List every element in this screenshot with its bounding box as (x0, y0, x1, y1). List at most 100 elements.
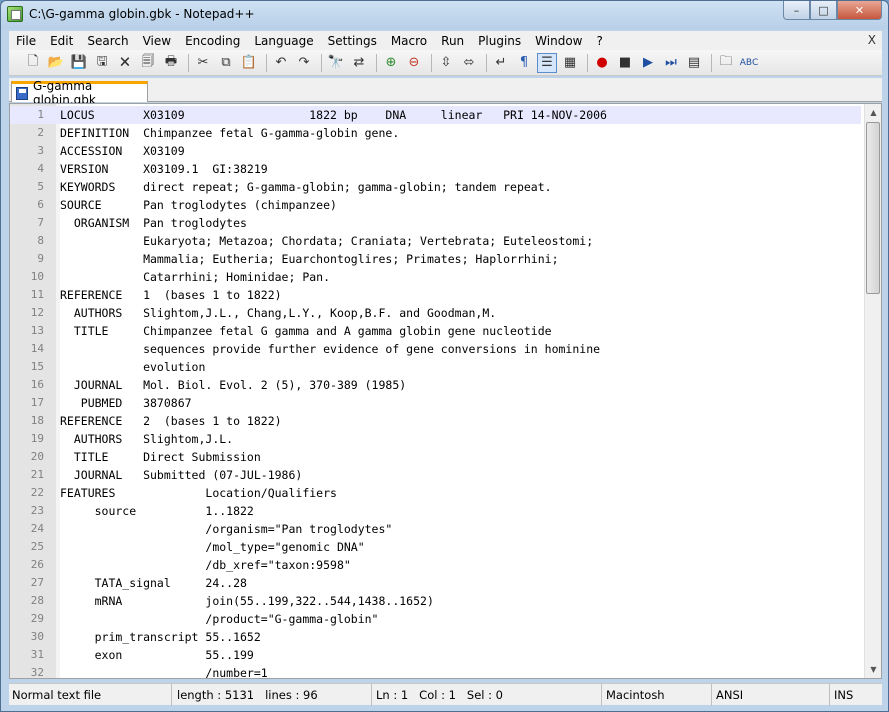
editor-line[interactable]: 18 REFERENCE 2 (bases 1 to 1822) (10, 412, 861, 430)
editor-line[interactable]: 8 Eukaryota; Metazoa; Chordata; Craniata… (10, 232, 861, 250)
show-all-chars-icon[interactable]: ¶ (514, 53, 534, 73)
editor-line[interactable]: 13 TITLE Chimpanzee fetal G gamma and A … (10, 322, 861, 340)
line-text[interactable]: DEFINITION Chimpanzee fetal G-gamma-glob… (60, 124, 399, 142)
menu-view[interactable]: View (136, 34, 178, 48)
close-document-button[interactable]: X (868, 33, 876, 47)
line-text[interactable]: KEYWORDS direct repeat; G-gamma-globin; … (60, 178, 552, 196)
save-all-icon[interactable]: 🖫 (92, 53, 112, 73)
indent-guide-icon[interactable]: ☰ (537, 52, 557, 73)
editor-line[interactable]: 30 prim_transcript 55..1652 (10, 628, 861, 646)
line-text[interactable]: JOURNAL Mol. Biol. Evol. 2 (5), 370-389 … (60, 376, 406, 394)
vertical-scrollbar[interactable]: ▲ ▼ (864, 104, 881, 678)
line-text[interactable]: ORGANISM Pan troglodytes (60, 214, 247, 232)
save-macro-icon[interactable]: ▤ (684, 53, 704, 73)
line-text[interactable]: /product="G-gamma-globin" (60, 610, 378, 628)
editor-line[interactable]: 10 Catarrhini; Hominidae; Pan. (10, 268, 861, 286)
line-text[interactable]: TATA_signal 24..28 (60, 574, 247, 592)
line-text[interactable]: /organism="Pan troglodytes" (60, 520, 392, 538)
menu-settings[interactable]: Settings (321, 34, 384, 48)
line-text[interactable]: Eukaryota; Metazoa; Chordata; Craniata; … (60, 232, 593, 250)
editor-line[interactable]: 5 KEYWORDS direct repeat; G-gamma-globin;… (10, 178, 861, 196)
line-text[interactable]: Mammalia; Eutheria; Euarchontoglires; Pr… (60, 250, 558, 268)
close-icon[interactable]: 🗙 (115, 53, 135, 73)
redo-icon[interactable]: ↷ (294, 53, 314, 73)
menu-run[interactable]: Run (434, 34, 471, 48)
line-text[interactable]: /db_xref="taxon:9598" (60, 556, 350, 574)
line-text[interactable]: PUBMED 3870867 (60, 394, 192, 412)
line-text[interactable]: exon 55..199 (60, 646, 254, 664)
editor-line[interactable]: 3 ACCESSION X03109 (10, 142, 861, 160)
editor-line[interactable]: 4 VERSION X03109.1 GI:38219 (10, 160, 861, 178)
copy-icon[interactable]: ⧉ (216, 53, 236, 73)
menu-macro[interactable]: Macro (384, 34, 434, 48)
line-text[interactable]: JOURNAL Submitted (07-JUL-1986) (60, 466, 302, 484)
text-editor[interactable]: 1 LOCUS X03109 1822 bp DNA linear PRI 14-… (9, 103, 882, 679)
line-text[interactable]: LOCUS X03109 1822 bp DNA linear PRI 14-N… (60, 106, 607, 124)
zoom-in-icon[interactable]: ⊕ (381, 53, 401, 73)
editor-line[interactable]: 2 DEFINITION Chimpanzee fetal G-gamma-glo… (10, 124, 861, 142)
word-wrap-icon[interactable]: ↵ (491, 53, 511, 73)
menu-search[interactable]: Search (80, 34, 135, 48)
editor-line[interactable]: 21 JOURNAL Submitted (07-JUL-1986) (10, 466, 861, 484)
cut-icon[interactable]: ✂ (193, 53, 213, 73)
menu-edit[interactable]: Edit (43, 34, 80, 48)
sync-horizontal-icon[interactable]: ⬄ (459, 53, 479, 73)
tab-g-gamma-globin[interactable]: G-gamma globin.gbk (11, 79, 148, 107)
undo-icon[interactable]: ↶ (271, 53, 291, 73)
trim-icon[interactable]: 🗀 (716, 53, 736, 73)
run-macro-multiple-icon[interactable]: ⏭ (661, 53, 681, 73)
line-text[interactable]: REFERENCE 2 (bases 1 to 1822) (60, 412, 282, 430)
zoom-out-icon[interactable]: ⊖ (404, 53, 424, 73)
maximize-button[interactable]: □ (810, 1, 837, 20)
close-all-icon[interactable]: 🗐 (138, 53, 158, 73)
record-macro-icon[interactable]: ● (592, 53, 612, 73)
play-macro-icon[interactable]: ▶ (638, 53, 658, 73)
line-text[interactable]: sequences provide further evidence of ge… (60, 340, 600, 358)
replace-icon[interactable]: ⇄ (349, 53, 369, 73)
sync-vertical-icon[interactable]: ⇳ (436, 53, 456, 73)
line-text[interactable]: AUTHORS Slightom,J.L., Chang,L.Y., Koop,… (60, 304, 496, 322)
editor-line[interactable]: 16 JOURNAL Mol. Biol. Evol. 2 (5), 370-3… (10, 376, 861, 394)
scroll-down-arrow-icon[interactable]: ▼ (865, 661, 881, 678)
line-text[interactable]: TITLE Direct Submission (60, 448, 261, 466)
save-icon[interactable]: 💾 (69, 53, 89, 73)
close-button[interactable]: ✕ (837, 1, 882, 20)
line-text[interactable]: AUTHORS Slightom,J.L. (60, 430, 233, 448)
editor-line[interactable]: 29 /product="G-gamma-globin" (10, 610, 861, 628)
editor-line[interactable]: 14 sequences provide further evidence of… (10, 340, 861, 358)
editor-line[interactable]: 1 LOCUS X03109 1822 bp DNA linear PRI 14-… (10, 106, 861, 124)
stop-record-icon[interactable]: ■ (615, 53, 635, 73)
line-text[interactable]: prim_transcript 55..1652 (60, 628, 261, 646)
line-text[interactable]: SOURCE Pan troglodytes (chimpanzee) (60, 196, 337, 214)
new-file-icon[interactable]: 🗋 (23, 53, 43, 73)
spellcheck-icon[interactable]: ABC (739, 53, 759, 73)
print-icon[interactable]: 🖶 (161, 53, 181, 73)
line-text[interactable]: /mol_type="genomic DNA" (60, 538, 364, 556)
line-text[interactable]: source 1..1822 (60, 502, 254, 520)
editor-line[interactable]: 15 evolution (10, 358, 861, 376)
editor-line[interactable]: 25 /mol_type="genomic DNA" (10, 538, 861, 556)
editor-line[interactable]: 22 FEATURES Location/Qualifiers (10, 484, 861, 502)
editor-line[interactable]: 27 TATA_signal 24..28 (10, 574, 861, 592)
user-lang-icon[interactable]: ▦ (560, 53, 580, 73)
minimize-button[interactable]: – (783, 1, 810, 20)
editor-line[interactable]: 23 source 1..1822 (10, 502, 861, 520)
menu-window[interactable]: Window (528, 34, 589, 48)
line-text[interactable]: REFERENCE 1 (bases 1 to 1822) (60, 286, 282, 304)
editor-line[interactable]: 12 AUTHORS Slightom,J.L., Chang,L.Y., Ko… (10, 304, 861, 322)
scroll-up-arrow-icon[interactable]: ▲ (865, 104, 881, 121)
find-icon[interactable]: 🔭 (326, 53, 346, 73)
line-text[interactable]: ACCESSION X03109 (60, 142, 185, 160)
line-text[interactable]: VERSION X03109.1 GI:38219 (60, 160, 268, 178)
menu-language[interactable]: Language (247, 34, 320, 48)
menu-encoding[interactable]: Encoding (178, 34, 247, 48)
editor-line[interactable]: 31 exon 55..199 (10, 646, 861, 664)
line-text[interactable]: mRNA join(55..199,322..544,1438..1652) (60, 592, 434, 610)
editor-line[interactable]: 17 PUBMED 3870867 (10, 394, 861, 412)
editor-line[interactable]: 26 /db_xref="taxon:9598" (10, 556, 861, 574)
editor-line[interactable]: 20 TITLE Direct Submission (10, 448, 861, 466)
editor-line[interactable]: 28 mRNA join(55..199,322..544,1438..1652… (10, 592, 861, 610)
line-text[interactable]: FEATURES Location/Qualifiers (60, 484, 337, 502)
editor-line[interactable]: 7 ORGANISM Pan troglodytes (10, 214, 861, 232)
line-text[interactable]: /number=1 (60, 664, 267, 678)
